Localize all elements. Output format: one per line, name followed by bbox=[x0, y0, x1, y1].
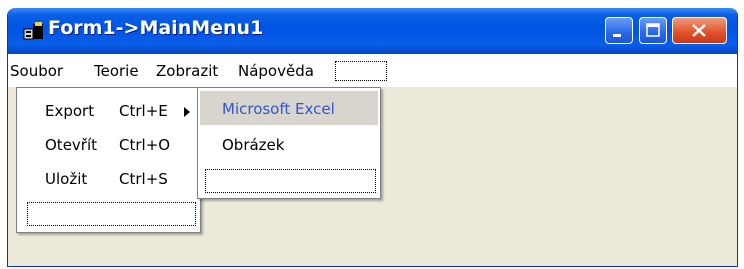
close-button[interactable] bbox=[672, 17, 727, 44]
submenu-item-excel[interactable]: Microsoft Excel bbox=[222, 100, 335, 118]
menu-item-otevrit-label[interactable]: Otevřít bbox=[45, 136, 97, 154]
menu-item-export-label[interactable]: Export bbox=[45, 102, 94, 120]
app-icon[interactable] bbox=[23, 21, 45, 41]
popup-new-item-placeholder[interactable] bbox=[27, 202, 196, 226]
menu-bar: Soubor Teorie Zobrazit Nápověda bbox=[8, 54, 737, 87]
menu-item-ulozit-shortcut: Ctrl+S bbox=[119, 170, 168, 188]
export-submenu: Microsoft Excel Obrázek bbox=[197, 87, 381, 199]
submenu-arrow-icon bbox=[184, 107, 190, 117]
main-window: Form1->MainMenu1 Soubor Teorie Zobrazit … bbox=[7, 8, 738, 267]
menu-new-item-placeholder[interactable] bbox=[335, 61, 387, 81]
maximize-button[interactable] bbox=[639, 17, 667, 44]
menu-item-otevrit-shortcut: Ctrl+O bbox=[119, 136, 171, 154]
submenu-item-obrazek[interactable]: Obrázek bbox=[222, 136, 284, 154]
menu-item-ulozit-label[interactable]: Uložit bbox=[45, 170, 87, 188]
menu-item-export-shortcut: Ctrl+E bbox=[119, 102, 168, 120]
menu-napoveda[interactable]: Nápověda bbox=[238, 62, 314, 80]
window-title: Form1->MainMenu1 bbox=[48, 17, 264, 39]
close-icon bbox=[692, 24, 706, 37]
soubor-dropdown: Export Ctrl+E Otevřít Ctrl+O Uložit Ctrl… bbox=[16, 87, 201, 233]
menu-soubor[interactable]: Soubor bbox=[10, 62, 63, 80]
menu-zobrazit[interactable]: Zobrazit bbox=[156, 62, 218, 80]
menu-teorie[interactable]: Teorie bbox=[94, 62, 139, 80]
submenu-new-item-placeholder[interactable] bbox=[205, 169, 376, 193]
title-bar[interactable]: Form1->MainMenu1 bbox=[8, 8, 737, 54]
minimize-icon bbox=[613, 34, 621, 37]
maximize-icon bbox=[646, 23, 660, 37]
minimize-button[interactable] bbox=[605, 17, 633, 44]
